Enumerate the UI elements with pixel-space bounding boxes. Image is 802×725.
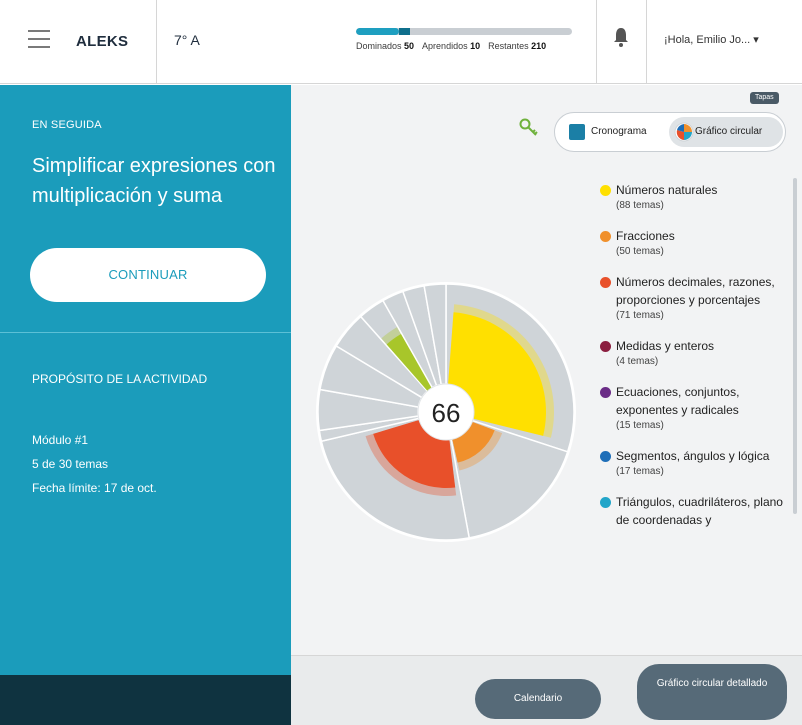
- legend-item[interactable]: Fracciones (50 temas): [600, 227, 790, 259]
- legend-color-dot: [600, 277, 611, 288]
- progress-stat-value: 50: [404, 41, 415, 51]
- legend-color-dot: [600, 231, 611, 242]
- progress-summary[interactable]: Dominados 50 Aprendidos 10 Restantes 210: [356, 28, 572, 51]
- due-date: Fecha límite: 17 de oct.: [32, 481, 157, 495]
- next-topic-title: Simplificar expresiones con multiplicaci…: [32, 155, 276, 207]
- progress-stat-label: Dominados: [356, 41, 405, 51]
- timeline-icon: [569, 124, 585, 140]
- key-icon[interactable]: [518, 117, 540, 139]
- next-topic-panel: EN SEGUIDA Simplificar expresiones con m…: [0, 85, 291, 675]
- legend-item[interactable]: Números decimales, razones, proporciones…: [600, 273, 790, 323]
- progress-stat-value: 210: [531, 41, 547, 51]
- view-toggle: Cronograma Gráfico circular: [554, 112, 786, 152]
- pie-chart-icon: [674, 122, 694, 142]
- legend-color-dot: [600, 451, 611, 462]
- legend-count: (71 temas): [616, 310, 664, 321]
- progress-stat-label: Restantes: [488, 41, 532, 51]
- activity-purpose-label: PROPÓSITO DE LA ACTIVIDAD: [32, 372, 208, 386]
- legend-count: (88 temas): [616, 200, 664, 211]
- aleks-logo[interactable]: ALEKS: [76, 33, 128, 50]
- legend-item[interactable]: Segmentos, ángulos y lógica (17 temas): [600, 447, 790, 479]
- chart-legend: Números naturales (88 temas) Fracciones (50…: [600, 181, 790, 651]
- legend-name: Triángulos, cuadriláteros, plano de coor…: [616, 495, 783, 527]
- left-footer: [0, 675, 291, 725]
- pie-center-value: 66: [432, 398, 461, 428]
- class-name[interactable]: 7° A: [174, 32, 200, 48]
- legend-count: (4 temas): [616, 356, 659, 367]
- legend-scrollbar[interactable]: [793, 178, 797, 514]
- pie-view-option[interactable]: Gráfico circular: [669, 117, 783, 147]
- next-label: EN SEGUIDA: [32, 119, 102, 131]
- bell-icon[interactable]: [612, 26, 630, 48]
- detailed-pie-button[interactable]: Gráfico circular detallado: [637, 664, 787, 720]
- user-menu[interactable]: ¡Hola, Emilio Jo... ▾: [664, 33, 759, 46]
- legend-item[interactable]: Números naturales (88 temas): [600, 181, 790, 213]
- legend-count: (17 temas): [616, 466, 664, 477]
- legend-name: Segmentos, ángulos y lógica: [616, 449, 770, 463]
- legend-name: Ecuaciones, conjuntos, exponentes y radi…: [616, 385, 740, 417]
- module-name: Módulo #1: [32, 433, 89, 447]
- legend-name: Medidas y enteros: [616, 339, 715, 353]
- header-divider: [646, 0, 647, 84]
- progress-stat-label: Aprendidos: [422, 41, 471, 51]
- legend-color-dot: [600, 185, 611, 196]
- header-divider: [596, 0, 597, 84]
- topics-progress: 5 de 30 temas: [32, 457, 109, 471]
- continue-button[interactable]: CONTINUAR: [30, 248, 266, 302]
- timeline-view-label: Cronograma: [591, 126, 647, 137]
- progress-learned-fill: [399, 28, 410, 35]
- panel-divider: [0, 332, 291, 333]
- topic-pie-chart[interactable]: 66: [316, 222, 576, 584]
- progress-mastered-fill: [356, 28, 400, 35]
- legend-color-dot: [600, 497, 611, 508]
- module-info: Módulo #1 5 de 30 temas Fecha límite: 17…: [32, 428, 157, 500]
- legend-count: (50 temas): [616, 246, 664, 257]
- hamburger-menu-icon[interactable]: [28, 30, 50, 48]
- progress-stat-value: 10: [470, 41, 481, 51]
- header-divider: [156, 0, 157, 84]
- legend-count: (15 temas): [616, 420, 664, 431]
- legend-item[interactable]: Ecuaciones, conjuntos, exponentes y radi…: [600, 383, 790, 433]
- top-bar: ALEKS 7° A Dominados 50 Aprendidos 10 Rest…: [0, 0, 802, 84]
- legend-item[interactable]: Medidas y enteros (4 temas): [600, 337, 790, 369]
- legend-item[interactable]: Triángulos, cuadriláteros, plano de coor…: [600, 493, 790, 529]
- pie-view-label: Gráfico circular: [695, 126, 763, 137]
- timeline-view-option[interactable]: Cronograma: [565, 117, 669, 147]
- legend-name: Números decimales, razones, proporciones…: [616, 275, 775, 307]
- legend-name: Fracciones: [616, 229, 675, 243]
- legend-color-dot: [600, 341, 611, 352]
- footer-bar: Calendario Gráfico circular detallado: [291, 655, 802, 725]
- legend-color-dot: [600, 387, 611, 398]
- tapas-badge: Tapas: [750, 92, 779, 104]
- progress-stats: Dominados 50 Aprendidos 10 Restantes 210: [356, 41, 572, 51]
- progress-bar: [356, 28, 572, 35]
- legend-name: Números naturales: [616, 183, 718, 197]
- calendar-button[interactable]: Calendario: [475, 679, 601, 719]
